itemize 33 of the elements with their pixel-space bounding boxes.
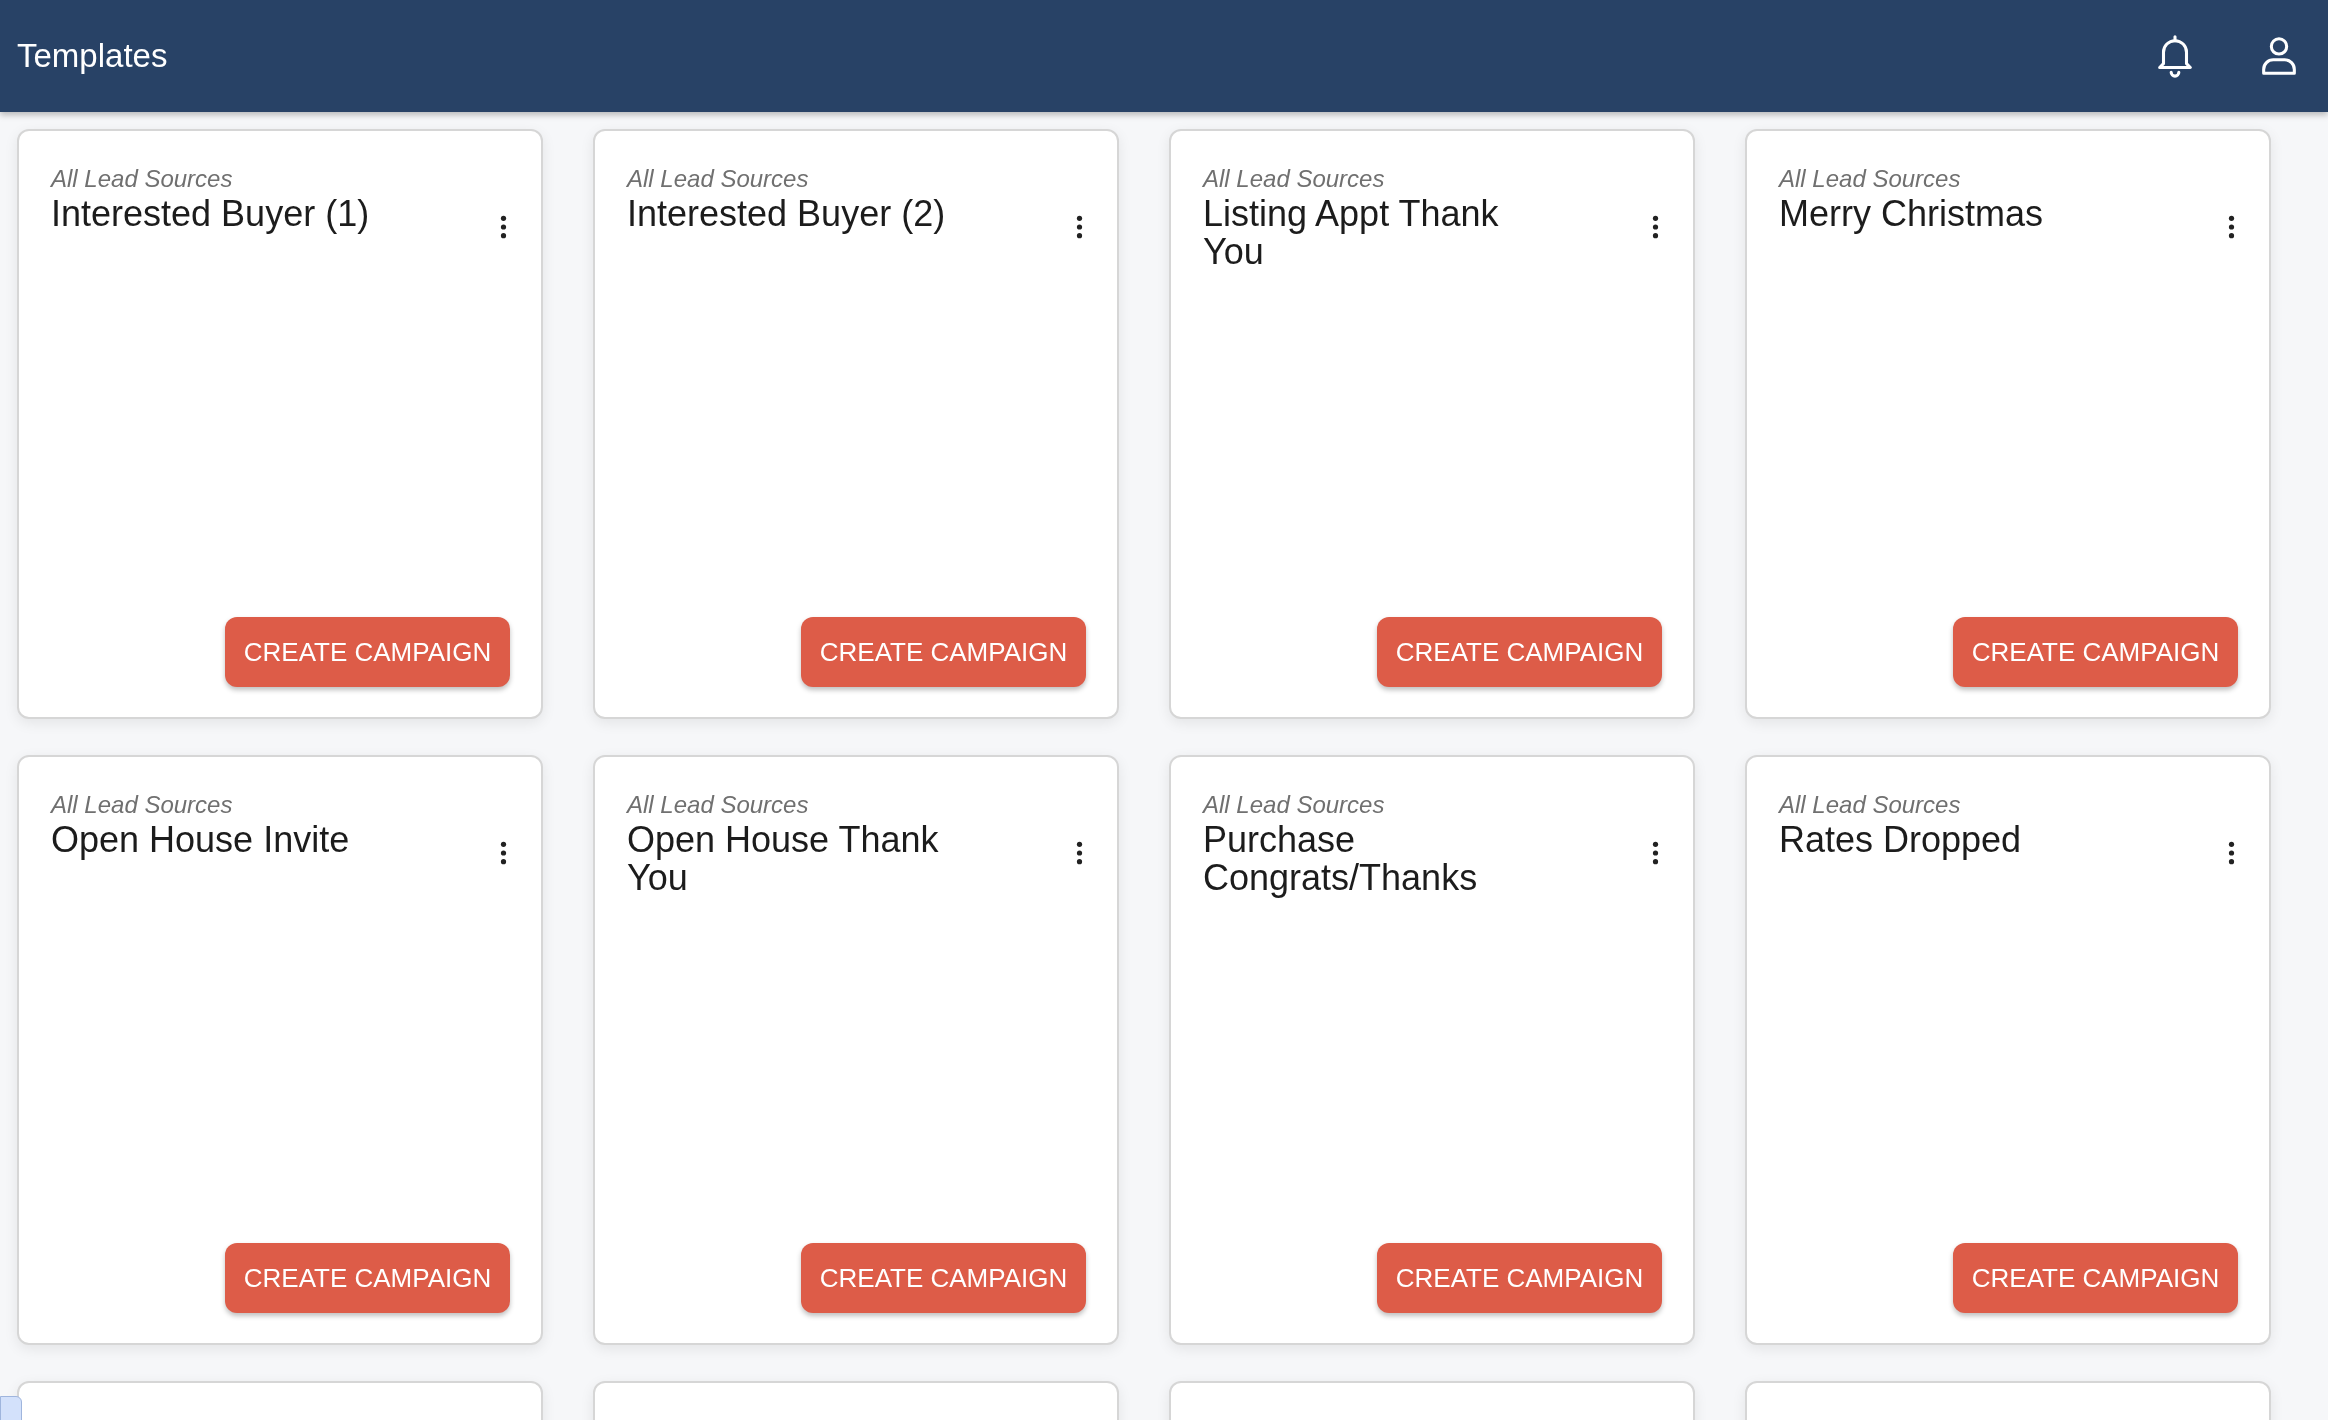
- create-campaign-button[interactable]: CREATE CAMPAIGN: [801, 1243, 1086, 1313]
- template-title: Open House Invite: [51, 821, 350, 859]
- create-campaign-button[interactable]: CREATE CAMPAIGN: [225, 617, 510, 687]
- template-title: Interested Buyer (2): [627, 195, 946, 233]
- create-campaign-button[interactable]: CREATE CAMPAIGN: [1953, 1243, 2238, 1313]
- lead-source-label: All Lead Sources: [1203, 165, 1386, 193]
- lead-source-label: All Lead Sources: [1203, 791, 1386, 819]
- create-campaign-button[interactable]: CREATE CAMPAIGN: [1953, 617, 2238, 687]
- page-title: Templates: [17, 37, 168, 75]
- more-options-icon[interactable]: [500, 215, 507, 239]
- more-options-icon[interactable]: [1076, 215, 1083, 239]
- more-options-icon[interactable]: [1652, 215, 1659, 239]
- lead-source-label: All Lead Sources: [627, 791, 810, 819]
- template-title: Merry Christmas: [1779, 195, 2043, 233]
- template-title: Purchase Congrats/Thanks: [1203, 821, 1479, 897]
- lead-source-label: All Lead Sources: [51, 791, 234, 819]
- create-campaign-button[interactable]: CREATE CAMPAIGN: [1377, 617, 1662, 687]
- lead-source-label: All Lead Sources: [51, 165, 234, 193]
- template-title: Rates Dropped: [1779, 821, 2022, 859]
- create-campaign-button[interactable]: CREATE CAMPAIGN: [1377, 1243, 1662, 1313]
- more-options-icon[interactable]: [1076, 841, 1083, 865]
- template-title: Open House Thank You: [627, 821, 940, 897]
- more-options-icon[interactable]: [2228, 215, 2235, 239]
- lead-source-label: All Lead Sources: [1779, 791, 1962, 819]
- create-campaign-button[interactable]: CREATE CAMPAIGN: [225, 1243, 510, 1313]
- template-title: Interested Buyer (1): [51, 195, 370, 233]
- more-options-icon[interactable]: [500, 841, 507, 865]
- more-options-icon[interactable]: [2228, 841, 2235, 865]
- lead-source-label: All Lead Sources: [627, 165, 810, 193]
- lead-source-label: All Lead Sources: [1779, 165, 1962, 193]
- create-campaign-button[interactable]: CREATE CAMPAIGN: [801, 617, 1086, 687]
- template-title: Listing Appt Thank You: [1203, 195, 1500, 271]
- more-options-icon[interactable]: [1652, 841, 1659, 865]
